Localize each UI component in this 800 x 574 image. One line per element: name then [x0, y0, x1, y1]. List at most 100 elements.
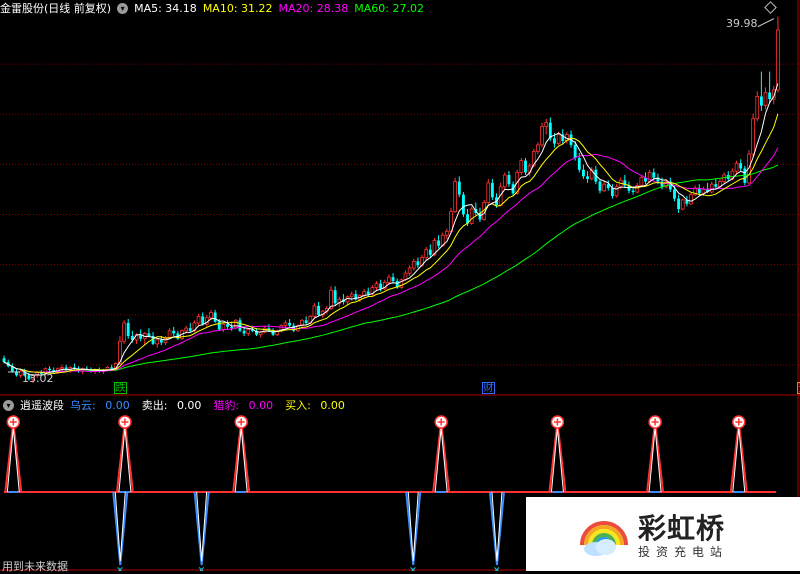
candle-body: [188, 328, 192, 331]
candle-body: [507, 175, 511, 185]
ma10-line: [3, 113, 779, 375]
candle-body: [122, 322, 126, 342]
candle-body: [159, 339, 163, 343]
indicator-item-liebao: 猎豹: 0.00: [213, 399, 274, 412]
candle-body: [217, 321, 221, 330]
candle-body: [221, 323, 226, 330]
candle-body: [213, 312, 217, 322]
candle-body: [445, 230, 449, 236]
candle-body: [689, 194, 693, 205]
candle-body: [544, 122, 549, 127]
candle-body: [486, 182, 491, 203]
candle-body: [437, 240, 441, 246]
candle-body: [652, 172, 656, 178]
indicator-item-wuyun: 乌云: 0.00: [70, 399, 130, 412]
future-data-note: 用到未来数据: [2, 560, 68, 573]
candle-body: [110, 367, 114, 369]
event-marker-finance[interactable]: 财: [482, 382, 495, 394]
candle-body: [586, 176, 590, 179]
event-marker-fall[interactable]: 跌: [114, 382, 127, 394]
rainbow-logo-icon: [580, 521, 628, 556]
main-chart-header: 金雷股份(日线 前复权) ▾ MA5: 34.18 MA10: 31.22 MA…: [0, 0, 430, 16]
candle-body: [524, 160, 527, 173]
stock-chart-window: ✕ ✕ ✕ ✕ 金雷股份(日线 前复权) ▾ MA5: 34.18 MA10: 31.…: [0, 0, 800, 573]
candle-body: [573, 144, 577, 158]
buy-signal-icon: ✕: [409, 566, 417, 571]
chevron-down-icon[interactable]: ▾: [3, 399, 14, 411]
candle-body: [271, 330, 275, 335]
candle-body: [598, 181, 602, 191]
candle-body: [709, 183, 714, 193]
candle-body: [226, 324, 229, 327]
candle-body: [739, 163, 743, 169]
candle-body: [230, 326, 234, 329]
candle-body: [714, 184, 718, 187]
candle-body: [457, 181, 461, 195]
candle-body: [680, 199, 685, 210]
candle-body: [184, 327, 189, 332]
candle-body: [349, 293, 354, 298]
candle-body: [411, 261, 416, 269]
candle-body: [283, 322, 288, 326]
candle-body: [610, 188, 614, 196]
candle-body: [288, 322, 292, 326]
buy-signal-icon: ✕: [116, 566, 124, 571]
buy-trough: [193, 491, 210, 566]
ma5-line: [3, 83, 779, 376]
candle-body: [379, 283, 383, 289]
candle-body: [490, 182, 494, 198]
candle-body: [734, 162, 739, 172]
indicator-item-buy: 买入: 0.00: [285, 399, 345, 412]
kline-chart[interactable]: ✕ ✕ ✕ ✕: [0, 0, 800, 571]
candle-body: [581, 169, 585, 177]
high-price-label: 39.98: [726, 17, 758, 30]
buy-signal-icon: ✕: [198, 566, 206, 571]
buy-trough: [405, 491, 422, 566]
candle-body: [428, 249, 432, 255]
candle-body: [631, 190, 635, 193]
candle-body: [553, 138, 556, 144]
candle-body: [602, 183, 606, 192]
candle-body: [469, 208, 474, 224]
candle-body: [556, 134, 561, 144]
candle-body: [763, 92, 768, 107]
buy-signal-icon: ✕: [493, 566, 501, 571]
candle-body: [209, 312, 213, 319]
candle-body: [242, 330, 246, 334]
stock-title: 金雷股份(日线 前复权): [0, 2, 112, 15]
candle-body: [673, 189, 676, 199]
candle-body: [502, 174, 507, 188]
watermark: 彩虹桥 投资充电站: [526, 497, 800, 571]
candle-body: [540, 126, 544, 146]
ma20-label: MA20: 28.38: [278, 1, 349, 15]
candle-body: [768, 92, 772, 100]
candle-body: [461, 194, 465, 215]
ma10-label: MA10: 31.22: [202, 1, 273, 15]
candle-body: [519, 160, 524, 173]
candle-body: [147, 333, 151, 337]
candle-body: [246, 329, 251, 334]
candle-body: [776, 29, 780, 91]
candle-body: [387, 276, 391, 283]
candle-body: [126, 322, 130, 337]
candle-body: [333, 290, 337, 304]
candle-body: [577, 157, 581, 170]
candle-body: [201, 316, 205, 325]
candle-body: [677, 198, 681, 210]
low-price-label: 13.02: [22, 372, 54, 385]
candle-body: [391, 277, 395, 282]
chevron-down-icon[interactable]: ▾: [117, 2, 129, 14]
candle-body: [155, 339, 160, 345]
candle-body: [233, 319, 238, 329]
candle-body: [759, 96, 763, 106]
watermark-subtitle: 投资充电站: [638, 545, 729, 559]
buy-trough: [488, 491, 505, 566]
candle-body: [2, 358, 6, 363]
candle-body: [317, 305, 321, 316]
candle-body: [755, 96, 760, 120]
watermark-title: 彩虹桥: [638, 512, 726, 545]
ma60-label: MA60: 27.02: [354, 1, 424, 15]
candle-body: [172, 330, 176, 334]
candle-body: [304, 320, 308, 323]
candle-body: [660, 181, 664, 187]
